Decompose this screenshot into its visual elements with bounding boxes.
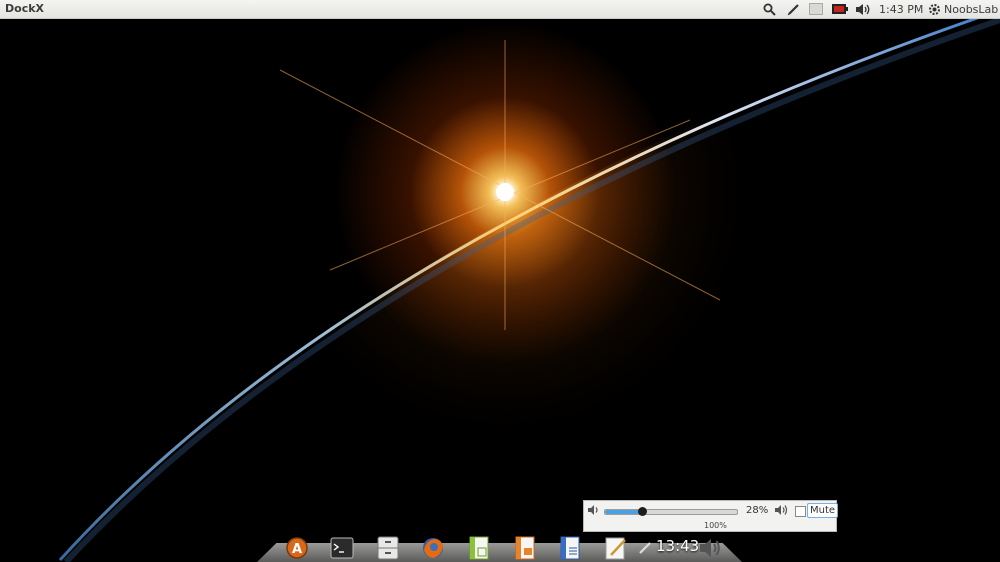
terminal-icon[interactable] [329,535,355,561]
mute-label[interactable]: Mute [807,503,839,518]
volume-low-icon [587,504,600,519]
impress-icon[interactable] [512,535,538,561]
pen-icon[interactable] [636,535,654,561]
volume-percent: 28% [746,505,769,516]
volume-slider[interactable] [604,507,738,516]
desktop-wallpaper [0,0,1000,562]
volume-max-label: 100% [704,521,727,530]
user-name: NoobsLab [944,2,999,16]
volume-high-icon [774,504,788,519]
calc-icon[interactable] [466,535,492,561]
writer-icon[interactable] [557,535,583,561]
dock-clock[interactable]: 13:43 [656,537,699,555]
file-manager-icon[interactable] [375,535,401,561]
battery-icon[interactable] [831,0,849,18]
app-title: DockX [5,2,45,15]
volume-icon[interactable] [854,0,872,18]
volume-slider-handle[interactable] [637,507,647,516]
text-editor-icon[interactable] [603,535,629,561]
firefox-icon[interactable] [420,535,446,561]
top-panel: DockX 1:43 PM NoobsLab [0,0,1000,19]
earth-horizon-graphic [58,0,1000,562]
volume-icon[interactable] [697,535,723,561]
volume-popup: 28% Mute 100% [583,500,839,532]
clock[interactable]: 1:43 PM [879,0,923,18]
search-icon[interactable] [761,0,777,18]
pen-icon[interactable] [785,0,801,18]
gear-icon [929,3,940,15]
svg-text:A: A [292,542,302,557]
keyboard-layout-icon[interactable] [808,0,824,18]
volume-slider-fill [605,510,642,514]
mute-checkbox[interactable] [795,506,806,517]
software-center-icon[interactable]: A [284,535,310,561]
session-menu[interactable]: NoobsLab [928,0,998,18]
